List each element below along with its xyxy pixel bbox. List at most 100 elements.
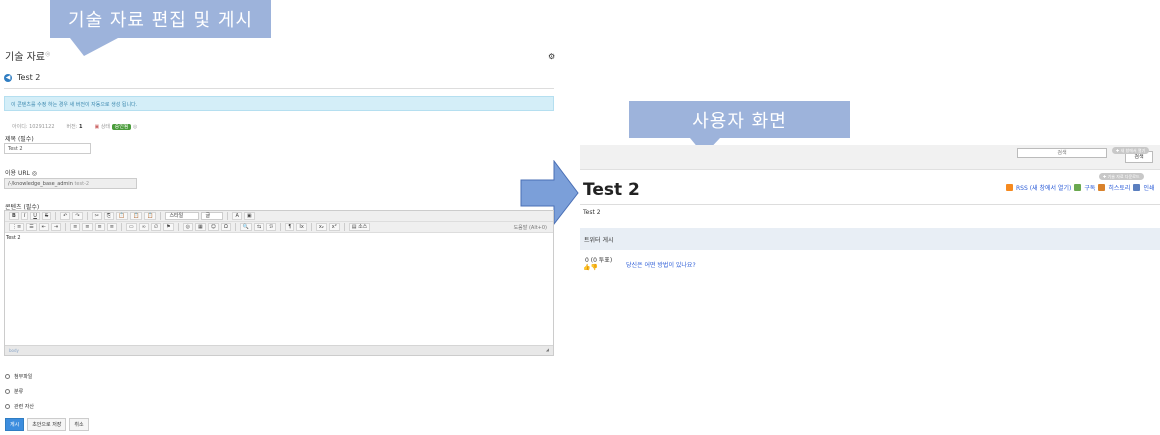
flash-button[interactable]: ◎ (182, 223, 194, 231)
page-title-text: 기술 자료 (5, 52, 45, 63)
editor-footer: body ◢ (5, 345, 553, 355)
status-help-icon[interactable]: ◎ (133, 124, 137, 130)
back-title: Test 2 (17, 73, 41, 82)
smiley-button[interactable]: ☺ (207, 223, 219, 231)
undo-button[interactable]: ↶ (60, 212, 71, 220)
expand-icon (5, 374, 10, 379)
collapsible-label: 관련 자산 (14, 404, 34, 410)
strike-button[interactable]: S (41, 212, 52, 220)
replace-button[interactable]: ⇆ (254, 223, 265, 231)
twitter-label[interactable]: 트위터 게시 (584, 237, 614, 244)
superscript-button[interactable]: x² (328, 223, 340, 231)
element-path[interactable]: body (9, 348, 19, 353)
subscribe-link[interactable]: 구독 (1084, 183, 1095, 192)
image-button[interactable]: ▭ (125, 223, 137, 231)
print-link[interactable]: 인쇄 (1143, 183, 1154, 192)
status-icon: ▣ (94, 124, 100, 130)
bg-color-icon[interactable]: ▣ (243, 212, 255, 220)
history-icon (1098, 184, 1106, 191)
anchor-button[interactable]: ⚑ (163, 223, 174, 231)
toolbar-row-2: ⋮≡ ☰ ⇤ ⇥ ≡ ≡ ≡ ≡ ▭ ∞ ∅ ⚑ ◎ ▦ ☺ Ω 🔍 ⇆ ℬ ¶… (5, 222, 553, 233)
italic-button[interactable]: I (20, 212, 29, 220)
callout-user-screen-text: 사용자 화면 (692, 110, 787, 132)
toolbar-separator (177, 223, 179, 231)
callout-user-screen: 사용자 화면 (629, 101, 850, 138)
thumbs-down-icon[interactable]: 👎 (590, 264, 597, 271)
editor-help-hint[interactable]: 도움말 (Alt+0) (514, 224, 547, 231)
open-new-window-pill[interactable]: ✚ 새 창에서 열기 (1112, 147, 1150, 154)
url-field-label: 이용 URL ◎ (5, 168, 37, 177)
page-title: 기술 자료◎ (5, 48, 50, 63)
source-button[interactable]: ▤ 소스 (348, 223, 371, 231)
redo-button[interactable]: ↷ (72, 212, 83, 220)
back-link[interactable]: ◀ Test 2 (4, 73, 40, 82)
format-select[interactable]: 글 (201, 212, 224, 220)
toolbar-separator (65, 223, 67, 231)
collapsible-categories[interactable]: 분류 (5, 388, 23, 395)
style-select[interactable]: 스타일 (165, 212, 200, 220)
history-link[interactable]: 히스토리 (1108, 183, 1130, 192)
version-label: 버전: (66, 124, 78, 130)
toolbar-separator (86, 212, 88, 220)
paste-text-button[interactable]: 📋 (130, 212, 143, 220)
align-right-button[interactable]: ≡ (94, 223, 105, 231)
cancel-button[interactable]: 취소 (69, 418, 89, 431)
indent-button[interactable]: ⇥ (50, 223, 62, 231)
numbered-list-button[interactable]: ⋮≡ (9, 223, 25, 231)
table-button[interactable]: ▦ (195, 223, 206, 231)
rating-count: 0 (0 투표) (585, 257, 613, 264)
paste-button[interactable]: 📋 (115, 212, 129, 220)
outdent-button[interactable]: ⇤ (38, 223, 49, 231)
help-icon[interactable]: ◎ (45, 51, 50, 58)
user-view-panel: 검색 검색 ✚ 새 창에서 열기 ✚ 기술 자료 다운로드 Test 2 RSS… (580, 145, 1160, 435)
download-pill[interactable]: ✚ 기술 자료 다운로드 (1099, 173, 1144, 180)
pill-bottom-label: 기술 자료 다운로드 (1107, 174, 1140, 179)
toolbar-separator (55, 212, 57, 220)
expand-icon (5, 389, 10, 394)
special-char-button[interactable]: Ω (220, 223, 231, 231)
align-justify-button[interactable]: ≡ (106, 223, 117, 231)
url-label-text: 이용 URL (5, 170, 30, 177)
align-left-button[interactable]: ≡ (70, 223, 81, 231)
paragraph-button[interactable]: ¶ (285, 223, 295, 231)
spellcheck-button[interactable]: ℬ (266, 223, 277, 231)
meta-row: 아이디: 10291122 버전: 1 ▣ 상태 승인됨 ◎ (12, 123, 137, 130)
url-input[interactable]: /-/knowledge_base_admin test-2 (4, 178, 137, 189)
form-buttons: 게시 초안으로 저장 취소 (5, 418, 89, 431)
version-value: 1 (79, 124, 83, 130)
status-info: ▣ 상태 승인됨 ◎ (94, 123, 137, 130)
find-button[interactable]: 🔍 (239, 223, 253, 231)
collapsible-related-assets[interactable]: 관련 자산 (5, 403, 34, 410)
remove-format-button[interactable]: Ix (296, 223, 307, 231)
collapsible-attachments[interactable]: 첨부파일 (5, 373, 32, 380)
callout-edit-publish-text: 기술 자료 편집 및 게시 (68, 10, 253, 31)
expand-icon (5, 404, 10, 409)
rss-link[interactable]: RSS (새 창에서 열기) (1016, 183, 1071, 192)
align-center-button[interactable]: ≡ (82, 223, 93, 231)
underline-button[interactable]: U (30, 212, 40, 220)
unlink-button[interactable]: ∅ (150, 223, 162, 231)
toolbar-separator (280, 223, 282, 231)
gear-icon[interactable]: ⚙ (548, 52, 555, 61)
toolbar-separator (120, 223, 122, 231)
copy-button[interactable]: ⎘ (103, 212, 114, 220)
resize-handle-icon[interactable]: ◢ (546, 347, 549, 352)
helpful-question[interactable]: 당신은 어떤 방법이 있나요? (626, 260, 696, 269)
bullet-list-button[interactable]: ☰ (26, 223, 37, 231)
publish-button[interactable]: 게시 (5, 418, 25, 431)
rich-text-editor[interactable]: B I U S ↶ ↷ ✂ ⎘ 📋 📋 📋 스타일 글 A ▣ ⋮≡ ☰ ⇤ ⇥ (4, 210, 554, 356)
save-draft-button[interactable]: 초안으로 저장 (27, 418, 67, 431)
url-help-icon[interactable]: ◎ (32, 170, 37, 177)
title-input[interactable]: Test 2 (4, 143, 91, 154)
paste-word-button[interactable]: 📋 (144, 212, 157, 220)
bold-button[interactable]: B (9, 212, 19, 220)
rss-icon (1006, 184, 1013, 191)
cut-button[interactable]: ✂ (91, 212, 102, 220)
divider (580, 204, 1160, 205)
search-input[interactable]: 검색 (1017, 148, 1107, 158)
back-arrow-icon: ◀ (4, 73, 12, 82)
subscript-button[interactable]: x₂ (315, 223, 327, 231)
link-button[interactable]: ∞ (138, 223, 149, 231)
font-color-button[interactable]: A (232, 212, 242, 220)
editor-content[interactable]: Test 2 (5, 233, 553, 343)
